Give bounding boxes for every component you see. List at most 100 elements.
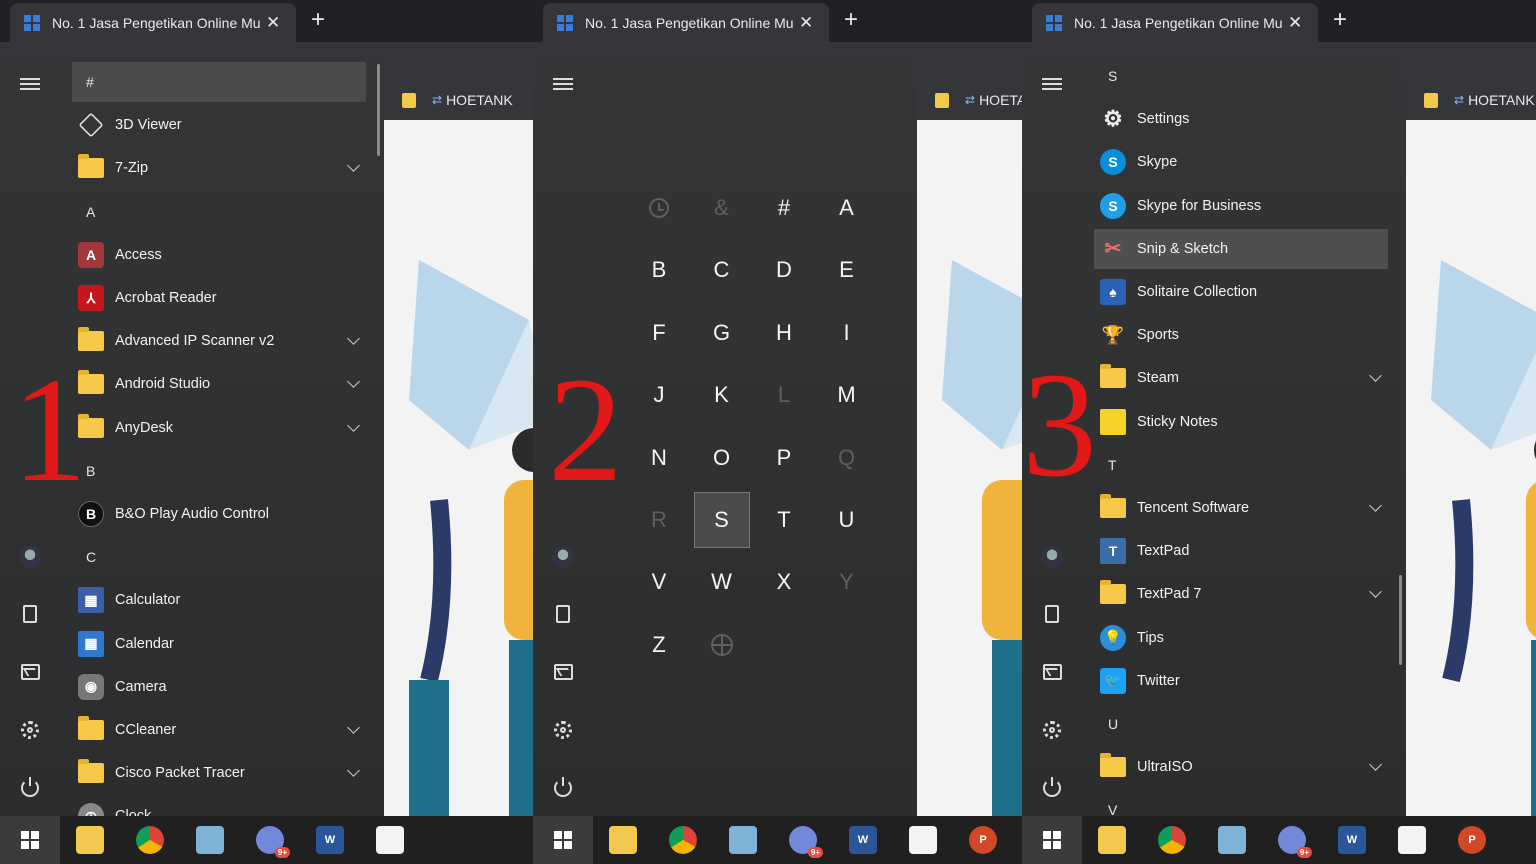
app-item-calendar[interactable]: ▦ Calendar [72,624,366,664]
letter-u[interactable]: U [819,492,875,548]
group-header-c[interactable]: C [72,537,366,577]
browser-tab[interactable]: No. 1 Jasa Pengetikan Online Murah ✕ [1032,3,1318,42]
close-tab-icon[interactable]: ✕ [266,13,280,33]
file-explorer-icon[interactable] [1098,826,1126,854]
documents-icon[interactable] [1040,602,1064,626]
power-icon[interactable] [551,776,575,800]
app-item-skype[interactable]: S Skype [1094,142,1388,182]
group-header-u[interactable]: U [1094,704,1388,744]
app-item-sports[interactable]: 🏆 Sports [1094,315,1388,355]
group-header-t[interactable]: T [1094,445,1388,485]
file-explorer-icon[interactable] [76,826,104,854]
app-item-sticky-notes[interactable]: Sticky Notes [1094,402,1388,442]
letter-n[interactable]: N [631,430,687,486]
app-item-acrobat-reader[interactable]: ⅄ Acrobat Reader [72,278,366,318]
letter-d[interactable]: D [756,242,812,298]
chevron-down-icon[interactable] [1369,499,1382,512]
chevron-down-icon[interactable] [1369,585,1382,599]
windows-start-button[interactable] [1022,816,1082,864]
chevron-down-icon[interactable] [347,418,360,432]
user-avatar[interactable] [551,545,575,569]
power-icon[interactable] [18,776,42,800]
windows-start-button[interactable] [0,816,60,864]
app-item-settings[interactable]: ⚙ Settings [1094,99,1388,139]
app-item-3d-viewer[interactable]: 3D Viewer [72,105,366,145]
app-item-access[interactable]: A Access [72,235,366,275]
discord-icon[interactable]: 9+ [1278,826,1312,858]
app-item-snip-and-sketch[interactable]: ✂ Snip & Sketch [1094,228,1388,269]
close-tab-icon[interactable]: ✕ [799,13,813,33]
word-icon[interactable]: W [849,826,877,854]
letter-x[interactable]: X [756,554,812,610]
group-header-b[interactable]: B [72,451,366,491]
app-item-solitaire-collection[interactable]: ♠ Solitaire Collection [1094,272,1388,312]
app-item-anydesk[interactable]: AnyDesk [72,408,366,448]
app-item-cisco-packet-tracer[interactable]: Cisco Packet Tracer [72,753,366,793]
store-icon[interactable] [376,826,404,854]
bookmark-hoetank[interactable]: ⇄ HOETA [935,92,1022,108]
chrome-icon[interactable] [669,826,697,854]
pictures-icon[interactable] [551,660,575,684]
chevron-down-icon[interactable] [347,764,360,778]
close-tab-icon[interactable]: ✕ [1288,13,1302,33]
scrollbar[interactable] [1399,575,1402,665]
chevron-down-icon[interactable] [347,159,360,173]
app-item-android-studio[interactable]: Android Studio [72,364,366,404]
new-tab-button[interactable]: + [1333,6,1347,34]
powerpoint-icon[interactable]: P [1458,826,1486,854]
bookmark-hoetank[interactable]: ⇄ HOETANK [1424,92,1535,108]
letter-c[interactable]: C [694,242,750,298]
app-item-tencent-software[interactable]: Tencent Software [1094,488,1388,528]
letter-h[interactable]: H [756,305,812,361]
app-item-skype-for-business[interactable]: S Skype for Business [1094,186,1388,226]
app-item-7-zip[interactable]: 7-Zip [72,148,366,188]
app-item-calculator[interactable]: ▦ Calculator [72,580,366,620]
letter-a[interactable]: A [819,180,875,236]
chrome-icon[interactable] [136,826,164,854]
chevron-down-icon[interactable] [1369,369,1382,383]
bookmark-hoetank[interactable]: ⇄ HOETANK [402,92,513,108]
windows-start-button[interactable] [533,816,593,864]
app-item-textpad-7[interactable]: TextPad 7 [1094,574,1388,614]
word-icon[interactable]: W [1338,826,1366,854]
letter-hash[interactable]: # [756,180,812,236]
app-item-ultraiso[interactable]: UltraISO [1094,747,1388,787]
chevron-down-icon[interactable] [347,332,360,346]
store-icon[interactable] [1398,826,1426,854]
notepad-icon[interactable] [196,826,224,854]
letter-e[interactable]: E [819,242,875,298]
letter-w[interactable]: W [694,554,750,610]
app-item-steam[interactable]: Steam [1094,358,1388,398]
letter-b[interactable]: B [631,242,687,298]
discord-icon[interactable]: 9+ [256,826,290,858]
letter-f[interactable]: F [631,305,687,361]
user-avatar[interactable] [1040,545,1064,569]
hamburger-menu-icon[interactable] [1040,72,1064,96]
chevron-down-icon[interactable] [1369,758,1382,772]
new-tab-button[interactable]: + [311,6,325,34]
word-icon[interactable]: W [316,826,344,854]
scrollbar[interactable] [377,64,380,156]
settings-gear-icon[interactable] [551,718,575,742]
new-tab-button[interactable]: + [844,6,858,34]
file-explorer-icon[interactable] [609,826,637,854]
letter-j[interactable]: J [631,367,687,423]
app-item-ccleaner[interactable]: CCleaner [72,710,366,750]
letter-p[interactable]: P [756,430,812,486]
letter-o[interactable]: O [694,430,750,486]
app-item-advanced-ip-scanner-v2[interactable]: Advanced IP Scanner v2 [72,321,366,361]
app-item-twitter[interactable]: 🐦 Twitter [1094,661,1388,701]
chevron-down-icon[interactable] [347,721,360,734]
letter-t[interactable]: T [756,492,812,548]
group-header-[interactable]: # [72,62,366,102]
group-header-a[interactable]: A [72,192,366,232]
app-item-tips[interactable]: 💡 Tips [1094,618,1388,658]
hamburger-menu-icon[interactable] [551,72,575,96]
letter-v[interactable]: V [631,554,687,610]
letter-i[interactable]: I [819,305,875,361]
letter-g[interactable]: G [694,305,750,361]
powerpoint-icon[interactable]: P [969,826,997,854]
power-icon[interactable] [1040,776,1064,800]
pictures-icon[interactable] [18,660,42,684]
settings-gear-icon[interactable] [1040,718,1064,742]
